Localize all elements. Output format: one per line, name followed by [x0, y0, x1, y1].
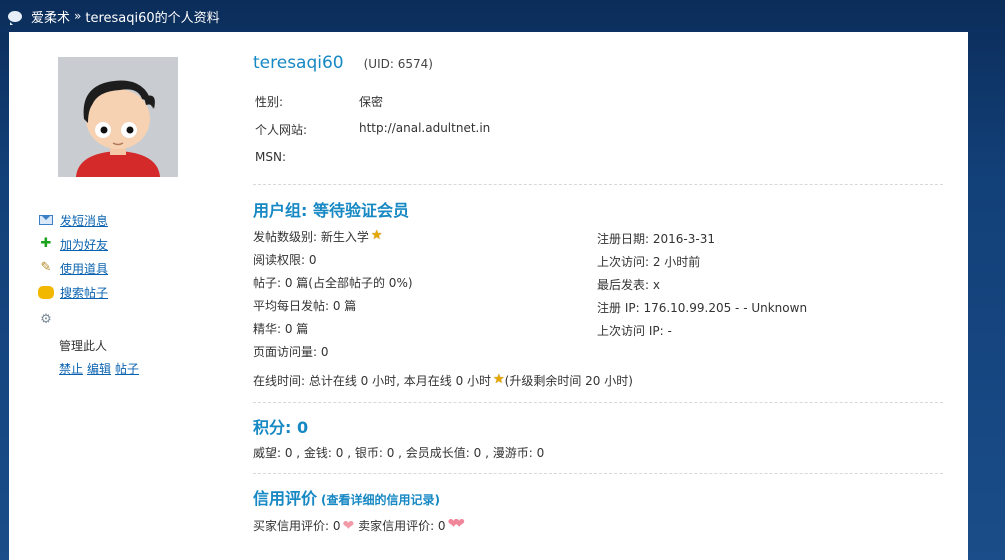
field-label: 个人网站: [255, 123, 308, 137]
wand-icon: ✎ [40, 260, 52, 275]
field-msn: MSN: [255, 150, 359, 164]
use-item-link[interactable]: 使用道具 [60, 260, 108, 277]
username-row: teresaqi60 (UID: 6574) [253, 53, 433, 73]
add-friend-action[interactable]: ✚ 加为好友 [38, 232, 108, 256]
chat-bubble-icon [8, 10, 22, 25]
divider [253, 402, 943, 403]
field-website: 个人网站: http://anal.adultnet.in [255, 121, 490, 138]
search-posts-action[interactable]: 搜索帖子 [38, 280, 108, 304]
admin-title: 管理此人 [59, 339, 108, 353]
field-label: MSN: [255, 150, 286, 164]
seller-credit: 卖家信用评价: 0 [358, 519, 446, 533]
stat-post-level: 发帖数级别: 新生入学 ★ [253, 228, 383, 245]
send-message-action[interactable]: 发短消息 [38, 208, 108, 232]
user-id: (UID: 6574) [363, 57, 433, 71]
stat-read-permission: 阅读权限: 0 [253, 253, 317, 267]
stat-last-visit-ip: 上次访问 IP: - [597, 324, 672, 338]
online-time-text: 在线时间: 总计在线 0 小时, 本月在线 0 小时 [253, 374, 492, 388]
admin-icon: ⚙ [40, 312, 52, 327]
star-icon: ★ [370, 228, 383, 243]
points-title: 积分: 0 [253, 418, 309, 437]
ban-link[interactable]: 禁止 [59, 362, 83, 376]
field-gender: 性别: 保密 [255, 93, 383, 110]
admin-icon-row: ⚙ [38, 308, 108, 332]
search-posts-link[interactable]: 搜索帖子 [60, 284, 108, 301]
stat-text: 发帖数级别: 新生入学 [253, 230, 369, 244]
add-friend-link[interactable]: 加为好友 [60, 236, 108, 253]
buyer-credit: 买家信用评价: 0 [253, 519, 341, 533]
heart-icon: ❤ [342, 518, 355, 534]
admin-block: 管理此人 禁止 编辑 帖子 [59, 336, 143, 377]
admin-links: 禁止 编辑 帖子 [59, 360, 143, 377]
mail-icon [39, 215, 53, 225]
website-link[interactable]: http://anal.adultnet.in [359, 121, 490, 138]
username: teresaqi60 [253, 53, 344, 73]
credit-title: 信用评价 (查看详细的信用记录) [253, 485, 440, 509]
plus-icon: ✚ [40, 236, 52, 251]
credit-ratings: 买家信用评价: 0 ❤ 卖家信用评价: 0 ❤❤ [253, 516, 466, 534]
divider [253, 184, 943, 185]
stat-posts: 帖子: 0 篇(占全部帖子的 0%) [253, 276, 413, 290]
divider [253, 473, 943, 474]
credit-details-link[interactable]: (查看详细的信用记录) [321, 493, 440, 507]
search-icon [38, 285, 54, 299]
profile-panel: 发短消息 ✚ 加为好友 ✎ 使用道具 搜索帖子 ⚙ 管理此人 禁止 编辑 帖子 te… [9, 32, 968, 560]
avatar [58, 57, 178, 177]
stat-page-views: 页面访问量: 0 [253, 345, 329, 359]
posts-link[interactable]: 帖子 [115, 362, 139, 376]
online-time-suffix: (升级剩余时间 20 小时) [504, 374, 633, 388]
breadcrumb-separator: » [74, 9, 82, 23]
stat-last-visit: 上次访问: 2 小时前 [597, 255, 701, 269]
use-item-action[interactable]: ✎ 使用道具 [38, 256, 108, 280]
star-icon: ★ [493, 372, 505, 387]
stat-register-ip: 注册 IP: 176.10.99.205 - - Unknown [597, 301, 808, 315]
breadcrumb-current: teresaqi60的个人资料 [85, 10, 220, 26]
breadcrumb-home[interactable]: 爱柔术 [31, 7, 70, 26]
stat-digest: 精华: 0 篇 [253, 322, 309, 336]
stat-daily-posts: 平均每日发帖: 0 篇 [253, 299, 357, 313]
stat-register-date: 注册日期: 2016-3-31 [597, 232, 715, 246]
points-detail: 威望: 0 , 金钱: 0 , 银币: 0 , 会员成长值: 0 , 漫游币: … [253, 446, 545, 460]
field-value: 保密 [359, 95, 384, 109]
profile-actions: 发短消息 ✚ 加为好友 ✎ 使用道具 搜索帖子 ⚙ [38, 208, 108, 332]
online-time: 在线时间: 总计在线 0 小时, 本月在线 0 小时 ★(升级剩余时间 20 小时… [253, 372, 633, 389]
send-message-link[interactable]: 发短消息 [60, 212, 108, 229]
edit-link[interactable]: 编辑 [87, 362, 111, 376]
stat-last-post: 最后发表: x [597, 278, 660, 292]
field-label: 性别: [255, 95, 284, 109]
double-heart-icon: ❤❤ [447, 516, 466, 532]
avatar-image [58, 57, 178, 177]
top-bar: 爱柔术 » teresaqi60的个人资料 [0, 0, 1005, 32]
usergroup-title: 用户组: 等待验证会员 [253, 201, 409, 220]
credit-title-text: 信用评价 [253, 489, 318, 508]
